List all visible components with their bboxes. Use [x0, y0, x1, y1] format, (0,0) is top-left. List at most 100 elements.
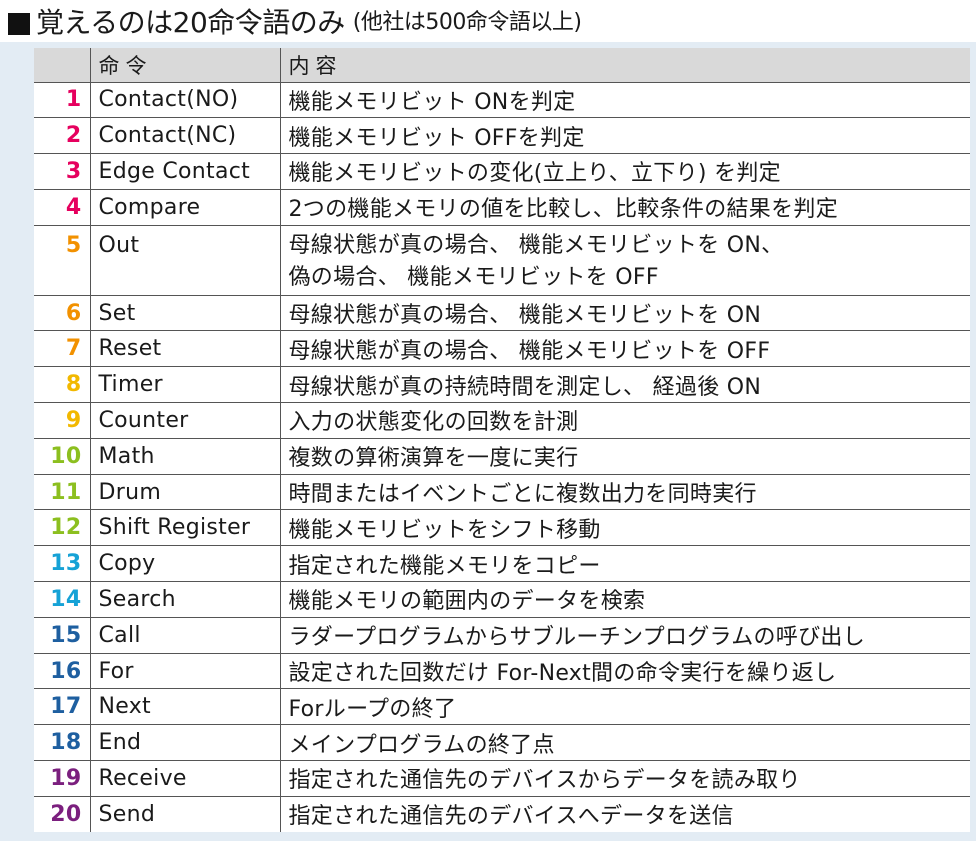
table-row: 7 Reset 母線状態が真の場合、 機能メモリビットを OFF [34, 330, 970, 367]
table-row: 8 Timer 母線状態が真の持続時間を測定し、 経過後 ON [34, 366, 970, 403]
row-description: 指定された通信先のデバイスへデータを送信 [279, 796, 970, 833]
table-panel: 命令 内容 1 Contact(NO) 機能メモリビット ONを判定 2 Contact… [0, 42, 976, 841]
row-description: 複数の算術演算を一度に実行 [279, 438, 970, 475]
row-number: 16 [50, 658, 82, 684]
row-number: 4 [65, 194, 82, 220]
table-header-row: 命令 内容 [34, 48, 970, 82]
description-line: 偽の場合、 機能メモリビットを OFF [288, 264, 659, 290]
row-number: 14 [50, 586, 82, 612]
row-command: For [89, 653, 280, 689]
row-description: 母線状態が真の場合、 機能メモリビットを ON、 偽の場合、 機能メモリビットを … [279, 225, 970, 296]
row-command: Shift Register [89, 509, 280, 546]
table-row: 18 End メインプログラムの終了点 [34, 724, 970, 761]
description-line: Forループの終了 [288, 696, 457, 722]
row-command: Set [89, 295, 280, 331]
page: 覚えるのは20命令語のみ (他社は500命令語以上) 命令 内容 1 Contac… [0, 0, 976, 841]
description-line: 設定された回数だけ For-Next間の命令実行を繰り返し [288, 661, 837, 687]
description-line: メインプログラムの終了点 [288, 732, 555, 758]
table-row: 19 Receive 指定された通信先のデバイスからデータを読み取り [34, 760, 970, 797]
row-description: ラダープログラムからサブルーチンプログラムの呼び出し [279, 617, 970, 654]
row-description: 時間またはイベントごとに複数出力を同時実行 [279, 474, 970, 510]
page-title: 覚えるのは20命令語のみ [36, 6, 345, 39]
row-number: 3 [65, 158, 82, 184]
row-command: Compare [89, 189, 280, 226]
table-row: 15 Call ラダープログラムからサブルーチンプログラムの呼び出し [34, 617, 970, 654]
row-command: Math [89, 438, 280, 475]
black-square-icon [8, 13, 30, 35]
row-description: 2つの機能メモリの値を比較し、比較条件の結果を判定 [279, 189, 970, 226]
row-number: 9 [65, 407, 82, 433]
row-description: 入力の状態変化の回数を計測 [279, 402, 970, 439]
row-number: 12 [50, 515, 82, 541]
description-line: 機能メモリビット ONを判定 [288, 89, 576, 115]
row-number: 6 [65, 300, 82, 326]
row-number: 19 [50, 765, 82, 791]
row-command: Call [89, 617, 280, 654]
row-description: 指定された通信先のデバイスからデータを読み取り [279, 760, 970, 797]
description-line: 指定された通信先のデバイスからデータを読み取り [288, 768, 801, 794]
row-command: Search [89, 581, 280, 618]
row-number: 7 [65, 336, 82, 362]
table-row: 6 Set 母線状態が真の場合、 機能メモリビットを ON [34, 295, 970, 331]
row-number: 10 [50, 443, 82, 469]
row-command: Reset [89, 330, 280, 367]
description-line: 機能メモリビットの変化(立上り、立下り) を判定 [288, 161, 781, 187]
table-row: 13 Copy 指定された機能メモリをコピー [34, 545, 970, 582]
row-description: 機能メモリビット OFFを判定 [279, 117, 970, 154]
table-row: 5 Out 母線状態が真の場合、 機能メモリビットを ON、 偽の場合、 機能メモリビ… [34, 225, 970, 296]
description-line: 機能メモリの範囲内のデータを検索 [288, 589, 646, 615]
row-command: Contact(NC) [89, 117, 280, 154]
description-line: 指定された機能メモリをコピー [288, 553, 601, 579]
row-number: 1 [65, 87, 82, 113]
row-number: 8 [65, 372, 82, 398]
row-description: 母線状態が真の持続時間を測定し、 経過後 ON [279, 366, 970, 403]
table-row: 17 Next Forループの終了 [34, 688, 970, 725]
description-line: 2つの機能メモリの値を比較し、比較条件の結果を判定 [288, 197, 838, 223]
row-number: 13 [50, 551, 82, 577]
row-number: 11 [50, 479, 82, 505]
description-line: ラダープログラムからサブルーチンプログラムの呼び出し [288, 625, 866, 651]
header-number [34, 48, 90, 82]
row-description: 設定された回数だけ For-Next間の命令実行を繰り返し [279, 653, 970, 689]
row-command: Send [89, 796, 280, 833]
description-line: 機能メモリビットをシフト移動 [288, 517, 601, 543]
row-command: Drum [89, 474, 280, 510]
description-line: 複数の算術演算を一度に実行 [288, 446, 579, 472]
command-table: 命令 内容 1 Contact(NO) 機能メモリビット ONを判定 2 Contact… [34, 48, 970, 833]
table-row: 10 Math 複数の算術演算を一度に実行 [34, 438, 970, 475]
header-command: 命令 [89, 48, 280, 82]
row-command: Counter [89, 402, 280, 439]
table-row: 12 Shift Register 機能メモリビットをシフト移動 [34, 509, 970, 546]
row-number: 20 [50, 801, 82, 827]
row-command: Contact(NO) [89, 82, 280, 118]
table-row: 11 Drum 時間またはイベントごとに複数出力を同時実行 [34, 474, 970, 510]
table-row: 2 Contact(NC) 機能メモリビット OFFを判定 [34, 117, 970, 154]
row-description: 母線状態が真の場合、 機能メモリビットを OFF [279, 330, 970, 367]
row-command: Timer [89, 366, 280, 403]
description-line: 母線状態が真の場合、 機能メモリビットを ON、 [288, 232, 784, 258]
header-description: 内容 [279, 48, 970, 82]
row-description: メインプログラムの終了点 [279, 724, 970, 761]
table-row: 20 Send 指定された通信先のデバイスへデータを送信 [34, 796, 970, 833]
row-description: 機能メモリビット ONを判定 [279, 82, 970, 118]
row-number: 2 [65, 123, 82, 149]
description-line: 指定された通信先のデバイスへデータを送信 [288, 804, 734, 830]
description-line: 母線状態が真の場合、 機能メモリビットを ON [288, 303, 762, 329]
row-description: 母線状態が真の場合、 機能メモリビットを ON [279, 295, 970, 331]
row-command: Edge Contact [89, 153, 280, 190]
row-number: 17 [50, 694, 82, 720]
row-command: Next [89, 688, 280, 725]
row-number: 5 [65, 232, 82, 258]
row-number: 18 [50, 730, 82, 756]
table-row: 9 Counter 入力の状態変化の回数を計測 [34, 402, 970, 439]
row-number: 15 [50, 622, 82, 648]
row-command: End [89, 724, 280, 761]
title-bar: 覚えるのは20命令語のみ (他社は500命令語以上) [0, 0, 976, 42]
table-row: 14 Search 機能メモリの範囲内のデータを検索 [34, 581, 970, 618]
description-line: 母線状態が真の持続時間を測定し、 経過後 ON [288, 374, 762, 400]
row-description: 機能メモリビットをシフト移動 [279, 509, 970, 546]
row-command: Out [89, 225, 280, 296]
row-command: Receive [89, 760, 280, 797]
table-row: 3 Edge Contact 機能メモリビットの変化(立上り、立下り) を判定 [34, 153, 970, 190]
table-row: 4 Compare 2つの機能メモリの値を比較し、比較条件の結果を判定 [34, 189, 970, 226]
